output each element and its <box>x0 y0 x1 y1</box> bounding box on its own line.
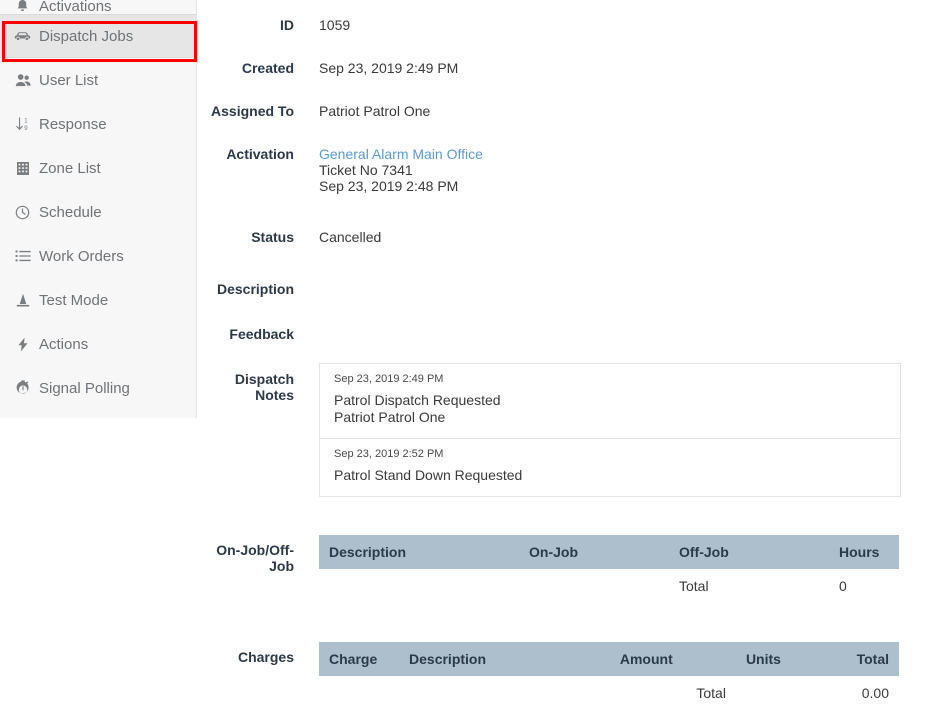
field-value-id: 1059 <box>319 17 351 33</box>
field-label-id: ID <box>280 17 294 33</box>
dispatch-notes-panel: Sep 23, 2019 2:49 PM Patrol Dispatch Req… <box>319 363 901 497</box>
onjob-total-label: Total <box>669 569 829 603</box>
note-line-primary: Patrol Stand Down Requested <box>334 467 523 483</box>
column-header-units[interactable]: Units <box>735 642 847 676</box>
field-value-status: Cancelled <box>319 229 382 245</box>
note-line-primary: Patrol Dispatch Requested <box>334 392 501 408</box>
sidebar-item-response[interactable]: 19 Response <box>0 102 196 146</box>
sidebar-item-activations[interactable]: Activations <box>0 0 196 14</box>
svg-text:1: 1 <box>24 118 28 124</box>
table-total-row: Total 0 <box>319 569 899 603</box>
field-value-created: Sep 23, 2019 2:49 PM <box>319 60 459 76</box>
field-row-id: ID 1059 <box>210 17 938 33</box>
sidebar-item-label: Actions <box>39 335 89 353</box>
field-label-activation: Activation <box>226 146 294 162</box>
column-header-amount[interactable]: Amount <box>609 642 736 676</box>
column-header-description[interactable]: Description <box>319 535 519 569</box>
dispatch-job-detail-page: Activations Dispatch Jobs User List 19 R… <box>0 0 938 710</box>
onjob-total-value: 0 <box>829 569 899 603</box>
sidebar-item-label: Activations <box>39 0 112 14</box>
field-label-onjob-offjob: On-Job/Off-Job <box>216 542 294 574</box>
sort-numeric-down-icon: 19 <box>13 115 32 133</box>
charges-total-value: 0.00 <box>846 676 899 710</box>
field-label-created: Created <box>241 60 294 76</box>
traffic-cone-icon <box>13 291 32 309</box>
note-line-secondary: Patriot Patrol One <box>334 409 446 425</box>
building-icon <box>13 159 32 177</box>
field-row-dispatch-notes: Dispatch Notes Sep 23, 2019 2:49 PM Patr… <box>210 363 938 497</box>
sidebar-item-zone-list[interactable]: Zone List <box>0 146 196 190</box>
field-row-activation: Activation General Alarm Main Office Tic… <box>210 146 938 194</box>
total-spacer-cell <box>735 676 847 710</box>
table-header-row: Charge Description Amount Units Total <box>319 642 899 676</box>
sidebar-item-label: Work Orders <box>39 247 124 265</box>
table-header-row: Description On-Job Off-Job Hours <box>319 535 899 569</box>
sidebar-item-actions[interactable]: Actions <box>0 322 196 366</box>
sidebar-item-signal-polling[interactable]: Signal Polling <box>0 366 196 410</box>
activation-timestamp: Sep 23, 2019 2:48 PM <box>319 178 459 194</box>
note-timestamp: Sep 23, 2019 2:49 PM <box>334 373 444 385</box>
sidebar-item-label: Test Mode <box>39 291 109 309</box>
field-label-assigned-to: Assigned To <box>211 103 294 119</box>
column-header-on-job[interactable]: On-Job <box>519 535 669 569</box>
field-label-dispatch-notes: Dispatch Notes <box>234 371 294 403</box>
sidebar-item-test-mode[interactable]: Test Mode <box>0 278 196 322</box>
sidebar-item-label: User List <box>39 71 99 89</box>
onjob-offjob-table: Description On-Job Off-Job Hours Total 0 <box>319 535 899 603</box>
field-row-assigned-to: Assigned To Patriot Patrol One <box>210 103 938 119</box>
bell-icon <box>13 0 32 14</box>
stopwatch-icon <box>13 379 32 397</box>
total-spacer-cell <box>519 569 669 603</box>
users-icon <box>13 71 32 89</box>
table-total-row: Total 0.00 <box>319 676 899 710</box>
total-spacer-cell <box>319 676 400 710</box>
field-label-status: Status <box>251 229 294 245</box>
activation-link[interactable]: General Alarm Main Office <box>319 146 483 162</box>
field-row-onjob-offjob: On-Job/Off-Job Description On-Job Off-Jo… <box>210 535 938 603</box>
total-spacer-cell <box>319 569 519 603</box>
car-icon <box>13 27 32 45</box>
field-label-feedback: Feedback <box>229 326 294 342</box>
sidebar-item-schedule[interactable]: Schedule <box>0 190 196 234</box>
column-header-hours[interactable]: Hours <box>829 535 899 569</box>
task-list-icon <box>13 247 32 265</box>
sidebar-item-label: Signal Polling <box>39 379 130 397</box>
sidebar-item-dispatch-jobs[interactable]: Dispatch Jobs <box>0 14 196 58</box>
field-value-activation: General Alarm Main Office Ticket No 7341… <box>319 146 938 194</box>
field-label-charges: Charges <box>237 649 294 665</box>
sidebar-item-label: Response <box>39 115 107 133</box>
svg-text:9: 9 <box>24 126 28 132</box>
sidebar: Activations Dispatch Jobs User List 19 R… <box>0 0 197 418</box>
lightning-bolt-icon <box>13 335 32 353</box>
activation-ticket-number: Ticket No 7341 <box>319 162 413 178</box>
sidebar-item-label: Schedule <box>39 203 102 221</box>
dispatch-job-details: ID 1059 Created Sep 23, 2019 2:49 PM Ass… <box>210 0 938 710</box>
charges-table: Charge Description Amount Units Total To… <box>319 642 899 710</box>
dispatch-note-item: Sep 23, 2019 2:49 PM Patrol Dispatch Req… <box>320 364 900 439</box>
field-row-feedback: Feedback <box>210 326 938 342</box>
column-header-description[interactable]: Description <box>399 642 610 676</box>
sidebar-item-user-list[interactable]: User List <box>0 58 196 102</box>
field-row-status: Status Cancelled <box>210 229 938 245</box>
note-timestamp: Sep 23, 2019 2:52 PM <box>334 448 444 460</box>
field-row-created: Created Sep 23, 2019 2:49 PM <box>210 60 938 76</box>
charges-total-label: Total <box>609 676 736 710</box>
field-row-description: Description <box>210 281 938 297</box>
column-header-charge[interactable]: Charge <box>319 642 400 676</box>
field-value-assigned-to: Patriot Patrol One <box>319 103 431 119</box>
total-spacer-cell <box>399 676 610 710</box>
dispatch-note-item: Sep 23, 2019 2:52 PM Patrol Stand Down R… <box>320 439 900 496</box>
column-header-off-job[interactable]: Off-Job <box>669 535 829 569</box>
sidebar-item-work-orders[interactable]: Work Orders <box>0 234 196 278</box>
clock-icon <box>13 203 32 221</box>
sidebar-item-label: Dispatch Jobs <box>39 27 134 45</box>
column-header-total[interactable]: Total <box>846 642 899 676</box>
sidebar-item-label: Zone List <box>39 159 101 177</box>
field-label-description: Description <box>216 281 294 297</box>
